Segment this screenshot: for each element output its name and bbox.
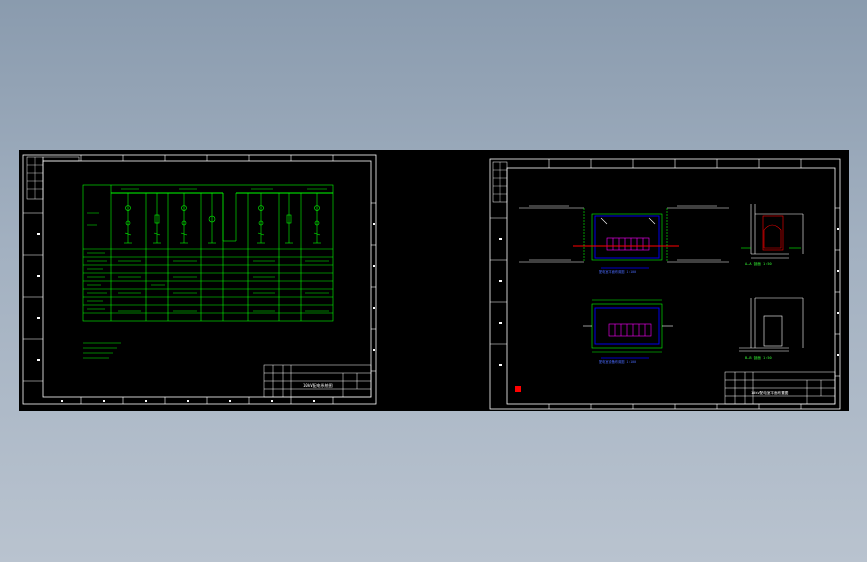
section-b-label: B—B 剖面 1:50 <box>745 356 772 360</box>
section-a-label: A—A 剖面 1:50 <box>745 262 772 266</box>
plan-label-2: 配电室设备布置图 1:100 <box>599 360 637 364</box>
sheet-left-canvas <box>22 154 377 405</box>
left-title-block-caption: 10kV配电系统图 <box>303 383 333 388</box>
drawing-sheet-left[interactable]: 10kV配电系统图 <box>21 153 378 406</box>
plan-label-1: 配电室平面布置图 1:100 <box>599 270 637 274</box>
sheet-right-canvas <box>489 158 841 410</box>
right-title-block-caption: 10kV配电室平面布置图 <box>751 391 789 395</box>
drawing-sheet-right[interactable]: 10kV配电室平面布置图 A—A 剖面 1:50 B—B 剖面 1:50 配电室… <box>489 158 841 410</box>
